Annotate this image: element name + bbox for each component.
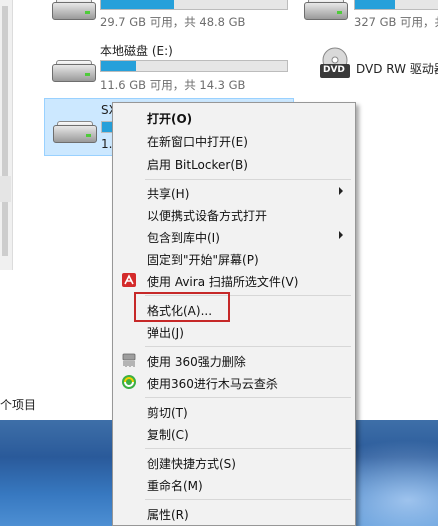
menu-separator [145, 346, 351, 347]
menu-item-label: 共享(H) [147, 187, 190, 201]
navigation-scrollbar[interactable] [2, 6, 8, 256]
menu-item-label: 固定到"开始"屏幕(P) [147, 253, 259, 267]
avira-icon [121, 272, 137, 288]
menu-item-label: 使用 Avira 扫描所选文件(V) [147, 275, 299, 289]
menu-item-label: 弹出(J) [147, 326, 184, 340]
menu-item-label: 重命名(M) [147, 479, 203, 493]
menu-item-rename[interactable]: 重命名(M) [115, 474, 353, 495]
menu-item-label: 创建快捷方式(S) [147, 457, 236, 471]
menu-item-label: 属性(R) [147, 508, 189, 522]
navigation-selected-item[interactable] [0, 176, 11, 202]
menu-separator [145, 448, 351, 449]
usb-drive-icon [51, 119, 97, 145]
360-safe-icon [121, 374, 137, 390]
shredder-icon [121, 352, 137, 368]
drive-capacity-text: 29.7 GB 可用，共 48.8 GB [100, 15, 246, 29]
navigation-pane[interactable] [0, 0, 13, 270]
drive-top-right[interactable]: 327 GB 可用，共 [300, 0, 438, 32]
format-highlight-box [134, 292, 230, 322]
menu-item-label: 使用360进行木马云查杀 [147, 377, 278, 391]
menu-item-cut[interactable]: 剪切(T) [115, 401, 353, 422]
menu-item-share[interactable]: 共享(H) [115, 182, 353, 203]
menu-item-pin-to-start[interactable]: 固定到"开始"屏幕(P) [115, 248, 353, 269]
drive-capacity-text: 327 GB 可用，共 [354, 15, 438, 29]
menu-item-bitlocker[interactable]: 启用 BitLocker(B) [115, 153, 353, 174]
menu-item-label: 复制(C) [147, 428, 189, 442]
drive-usage-bar [100, 60, 288, 72]
drive-name: DVD RW 驱动器 [356, 62, 438, 76]
menu-item-copy[interactable]: 复制(C) [115, 423, 353, 444]
drive-capacity-text: 11.6 GB 可用，共 14.3 GB [100, 78, 246, 92]
menu-item-open[interactable]: 打开(O) [115, 107, 353, 128]
drive-name: 本地磁盘 (E:) [100, 44, 173, 58]
hard-drive-icon [50, 0, 96, 22]
menu-separator [145, 179, 351, 180]
menu-item-open-portable[interactable]: 以便携式设备方式打开 [115, 204, 353, 225]
menu-item-create-shortcut[interactable]: 创建快捷方式(S) [115, 452, 353, 473]
drive-capacity-text: 1. [101, 137, 113, 151]
menu-item-properties[interactable]: 属性(R) [115, 503, 353, 524]
submenu-arrow-icon [339, 187, 343, 195]
menu-item-label: 剪切(T) [147, 406, 188, 420]
menu-item-360-scan[interactable]: 使用360进行木马云查杀 [115, 372, 353, 393]
drive-usage-bar [100, 0, 288, 10]
menu-item-label: 包含到库中(I) [147, 231, 220, 245]
menu-item-eject[interactable]: 弹出(J) [115, 321, 353, 342]
drive-e[interactable]: 本地磁盘 (E:) 11.6 GB 可用，共 14.3 GB [44, 42, 294, 94]
menu-item-label: 在新窗口中打开(E) [147, 135, 248, 149]
menu-item-open-new-window[interactable]: 在新窗口中打开(E) [115, 130, 353, 151]
menu-item-avira-scan[interactable]: 使用 Avira 扫描所选文件(V) [115, 270, 353, 291]
hard-drive-icon [50, 58, 96, 84]
menu-separator [145, 499, 351, 500]
menu-separator [145, 397, 351, 398]
drive-usage-bar [354, 0, 438, 10]
drive-top-left[interactable]: 29.7 GB 可用，共 48.8 GB [44, 0, 294, 32]
menu-item-360-shred[interactable]: 使用 360强力删除 [115, 350, 353, 371]
submenu-arrow-icon [339, 231, 343, 239]
menu-item-label: 以便携式设备方式打开 [147, 209, 268, 223]
dvd-icon-label: DVD [323, 65, 345, 75]
menu-item-label: 使用 360强力删除 [147, 355, 246, 369]
menu-item-label: 启用 BitLocker(B) [147, 158, 248, 172]
menu-item-include-in-library[interactable]: 包含到库中(I) [115, 226, 353, 247]
dvd-drive-icon: DVD [318, 46, 352, 86]
hard-drive-icon [302, 0, 348, 22]
status-bar-item-count: 个项目 [0, 398, 37, 412]
drive-dvd[interactable]: DVD DVD RW 驱动器 [300, 42, 438, 94]
menu-item-label: 打开(O) [147, 112, 193, 126]
